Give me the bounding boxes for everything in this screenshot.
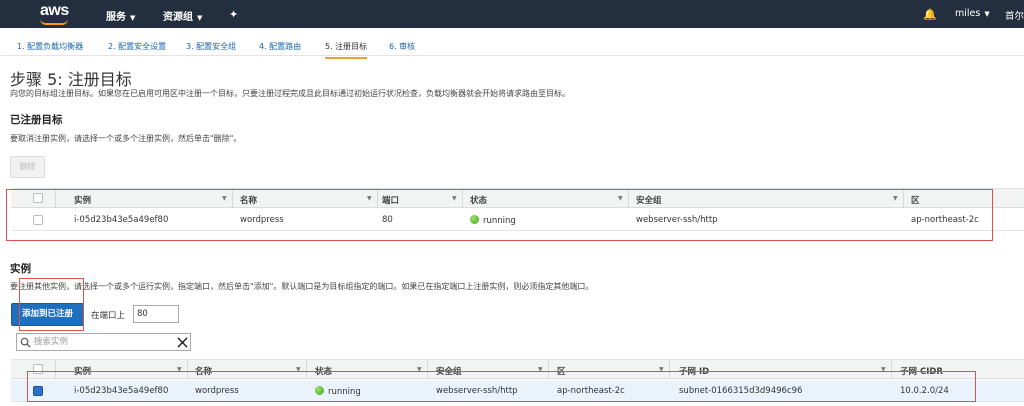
chevron-down-icon: ▼ xyxy=(984,10,990,18)
user-menu[interactable]: miles ▼ xyxy=(955,8,990,19)
step-configure-security-groups[interactable]: 3. 配置安全组 xyxy=(186,41,236,52)
resource-groups-menu[interactable]: 资源组 ▼ xyxy=(163,8,202,23)
search-icon xyxy=(20,337,31,348)
top-navigation-bar: aws 服务 ▼ 资源组 ▼ ✦ 🔔 miles ▼ 首尔 xyxy=(0,0,1024,28)
remove-button[interactable]: 删除 xyxy=(10,156,45,178)
step-configure-routing[interactable]: 4. 配置路由 xyxy=(259,41,301,52)
port-input[interactable] xyxy=(133,305,179,323)
instances-heading: 实例 xyxy=(10,263,31,275)
resource-groups-label: 资源组 xyxy=(163,12,193,23)
chevron-down-icon: ▼ xyxy=(130,14,136,22)
instances-instruction: 要注册其他实例，请选择一个或多个运行实例，指定端口，然后单击"添加"。默认端口是… xyxy=(10,282,594,291)
clear-icon[interactable] xyxy=(177,337,188,348)
bell-icon[interactable]: 🔔 xyxy=(923,8,937,21)
aws-logo[interactable]: aws xyxy=(40,2,69,25)
aws-smile-icon xyxy=(40,19,68,25)
port-label: 在端口上 xyxy=(91,311,126,321)
search-box[interactable] xyxy=(16,333,191,351)
services-label: 服务 xyxy=(106,12,126,23)
pin-icon[interactable]: ✦ xyxy=(229,8,238,21)
region-menu[interactable]: 首尔 xyxy=(1005,8,1024,22)
page-description: 向您的目标组注册目标。如果您在已启用可用区中注册一个目标，只要注册过程完成且此目… xyxy=(10,89,570,98)
registered-targets-heading: 已注册目标 xyxy=(10,114,63,126)
chevron-down-icon: ▼ xyxy=(197,14,203,22)
step-review[interactable]: 6. 审核 xyxy=(389,41,415,52)
user-label: miles xyxy=(955,8,981,19)
logo-text: aws xyxy=(40,2,69,19)
page-title: 步骤 5: 注册目标 xyxy=(10,70,132,89)
search-input[interactable] xyxy=(34,336,164,348)
highlight-box xyxy=(19,278,84,331)
services-menu[interactable]: 服务 ▼ xyxy=(106,8,135,23)
wizard-steps: 1. 配置负载均衡器 2. 配置安全设置 3. 配置安全组 4. 配置路由 5.… xyxy=(0,36,1024,59)
highlight-box xyxy=(6,189,993,241)
highlight-box xyxy=(27,371,976,402)
step-configure-load-balancer[interactable]: 1. 配置负载均衡器 xyxy=(17,41,83,52)
step-register-targets[interactable]: 5. 注册目标 xyxy=(325,41,368,59)
registered-instruction: 要取消注册实例，请选择一个或多个注册实例，然后单击"删除"。 xyxy=(10,134,242,143)
step-configure-security-settings[interactable]: 2. 配置安全设置 xyxy=(108,41,166,52)
